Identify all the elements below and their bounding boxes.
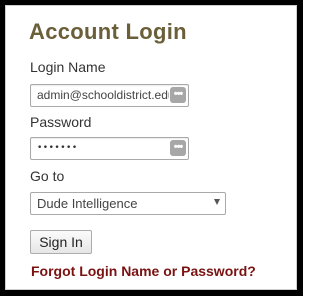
goto-select[interactable]: Dude Intelligence — [30, 192, 226, 215]
login-name-field[interactable]: admin@schooldistrict.edu ••• — [30, 84, 189, 107]
goto-label: Go to — [30, 168, 65, 184]
login-window-frame: Account Login Login Name admin@schooldis… — [0, 0, 303, 296]
password-field[interactable]: ••••••• ••• — [30, 137, 189, 160]
chevron-down-icon — [214, 199, 220, 205]
password-label: Password — [30, 114, 92, 130]
password-manager-icon[interactable]: ••• — [170, 140, 186, 156]
page-title: Account Login — [29, 19, 187, 44]
forgot-credentials-link[interactable]: Forgot Login Name or Password? — [31, 263, 256, 279]
password-manager-icon[interactable]: ••• — [170, 87, 186, 103]
password-value: ••••••• — [37, 143, 78, 153]
login-panel: Account Login Login Name admin@schooldis… — [5, 5, 297, 290]
sign-in-button[interactable]: Sign In — [30, 230, 92, 254]
login-name-label: Login Name — [30, 59, 106, 75]
goto-selected-value: Dude Intelligence — [37, 196, 138, 211]
login-name-value: admin@schooldistrict.edu — [37, 88, 169, 102]
